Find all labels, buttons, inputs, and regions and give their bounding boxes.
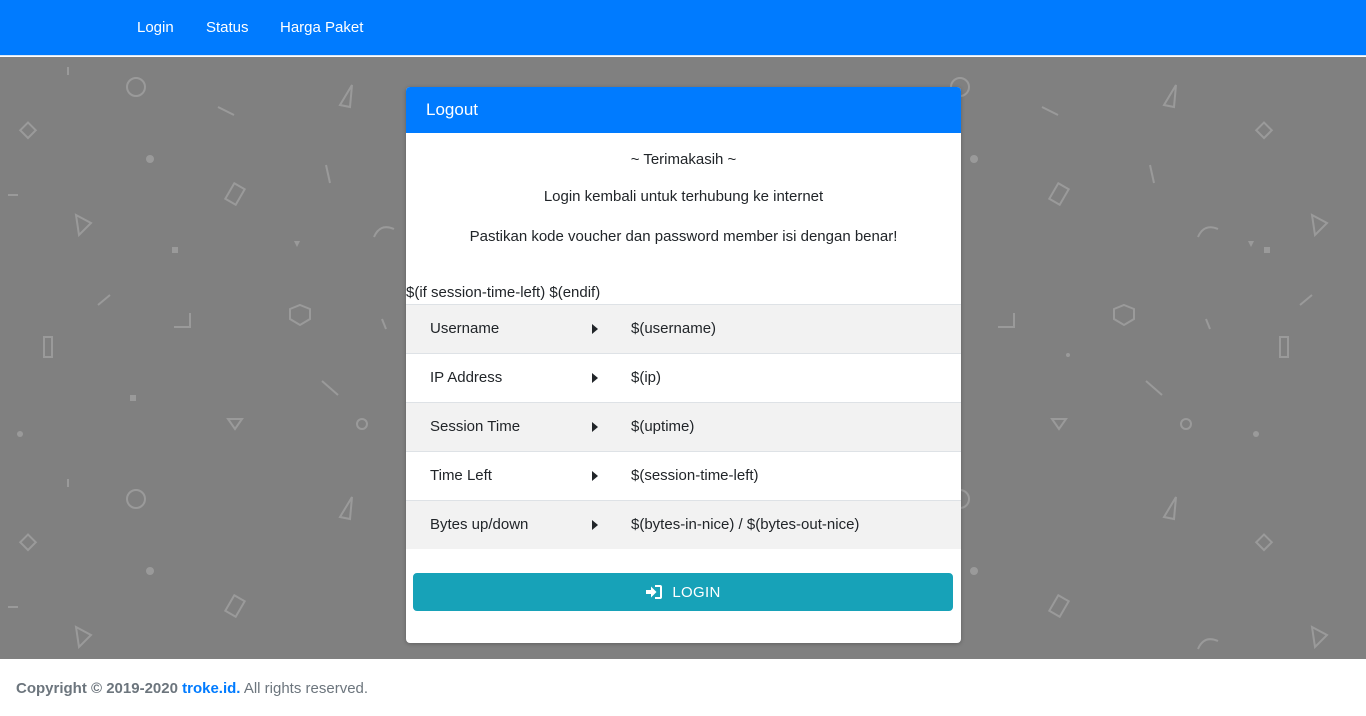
rights-text: All rights reserved. xyxy=(243,680,369,697)
conditional-template-text: $(if session-time-left) $(endif) xyxy=(406,284,601,301)
card-header-title: Logout xyxy=(406,87,961,133)
row-value: $(ip) xyxy=(631,369,662,386)
table-row: Time Left $(session-time-left) xyxy=(406,451,961,500)
table-row: Session Time $(uptime) xyxy=(406,402,961,451)
caret-right-icon xyxy=(592,520,598,530)
logout-card: Logout ~ Terimakasih ~ Login kembali unt… xyxy=(406,87,961,643)
relogin-message: Login kembali untuk terhubung ke interne… xyxy=(543,188,824,205)
table-row: Bytes up/down $(bytes-in-nice) / $(bytes… xyxy=(406,500,961,549)
caret-right-icon xyxy=(592,471,598,481)
table-row: IP Address $(ip) xyxy=(406,353,961,402)
row-label: Username xyxy=(430,320,500,337)
session-info-table: Username $(username) IP Address $(ip) Se… xyxy=(406,304,961,549)
row-value: $(bytes-in-nice) / $(bytes-out-nice) xyxy=(631,516,860,533)
row-value: $(username) xyxy=(631,320,717,337)
caret-right-icon xyxy=(592,422,598,432)
row-value: $(uptime) xyxy=(631,418,695,435)
sign-in-icon xyxy=(645,585,663,599)
row-label: Time Left xyxy=(430,467,492,484)
row-label: Session Time xyxy=(430,418,521,435)
nav-status-link[interactable]: Status xyxy=(206,19,249,37)
row-value: $(session-time-left) xyxy=(631,467,759,484)
caret-right-icon xyxy=(592,373,598,383)
nav-login-link[interactable]: Login xyxy=(137,19,174,37)
voucher-hint-message: Pastikan kode voucher dan password membe… xyxy=(469,228,898,245)
footer-copyright: Copyright © 2019-2020 troke.id. All righ… xyxy=(16,680,368,698)
thanks-message: ~ Terimakasih ~ xyxy=(630,151,737,168)
login-button[interactable]: LOGIN xyxy=(413,573,953,611)
brand-link[interactable]: troke.id. xyxy=(182,680,240,697)
row-label: Bytes up/down xyxy=(430,516,529,533)
table-row: Username $(username) xyxy=(406,304,961,353)
login-button-label: LOGIN xyxy=(672,583,721,601)
row-label: IP Address xyxy=(430,369,503,386)
top-navbar: Login Status Harga Paket xyxy=(0,0,1366,56)
nav-harga-paket-link[interactable]: Harga Paket xyxy=(280,19,363,37)
copyright-text: Copyright © 2019-2020 xyxy=(16,680,178,697)
caret-right-icon xyxy=(592,324,598,334)
footer: Copyright © 2019-2020 troke.id. All righ… xyxy=(0,659,1366,716)
